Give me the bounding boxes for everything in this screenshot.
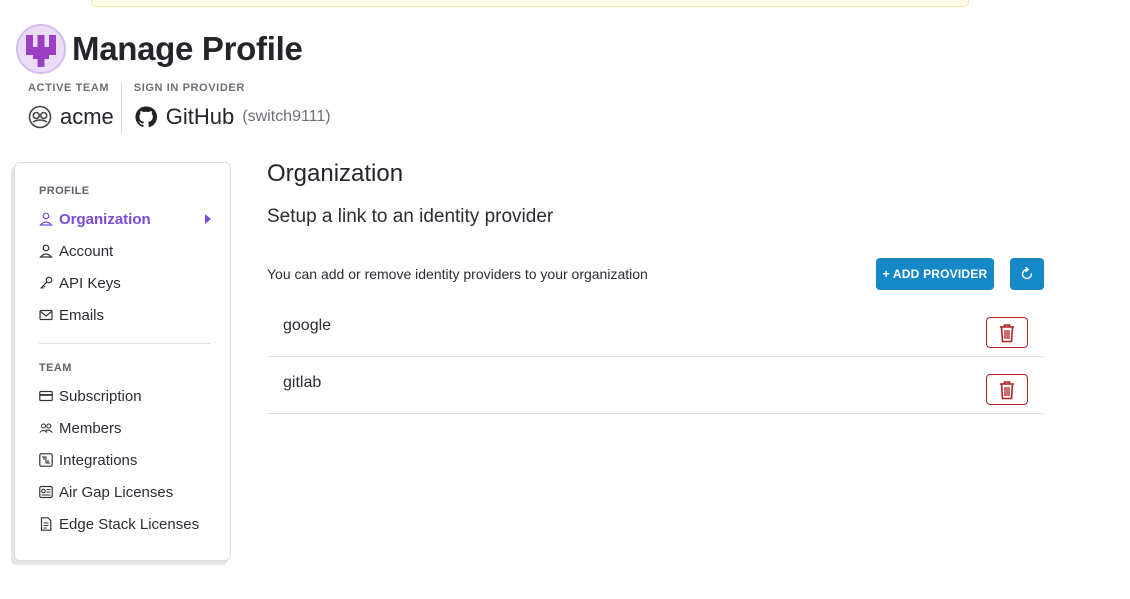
members-icon — [39, 421, 53, 435]
sidebar-divider — [39, 343, 211, 344]
add-provider-button[interactable]: + ADD PROVIDER — [876, 258, 994, 290]
sidebar-item-label: Subscription — [59, 387, 142, 405]
sidebar-item-label: Organization — [59, 210, 151, 228]
trash-icon — [998, 323, 1016, 343]
sidebar-section-team: TEAM — [39, 362, 72, 374]
mail-icon — [39, 308, 53, 322]
sidebar-item-emails[interactable]: Emails — [39, 303, 211, 327]
page-title: Manage Profile — [72, 30, 303, 67]
delete-provider-button[interactable] — [986, 374, 1028, 405]
section-subtitle: Setup a link to an identity provider — [267, 206, 554, 227]
team-avatar-icon — [28, 105, 52, 129]
github-icon — [134, 105, 158, 129]
providers-list: google gitlab — [267, 300, 1044, 414]
refresh-icon — [1020, 267, 1034, 281]
sidebar-item-api-keys[interactable]: API Keys — [39, 271, 211, 295]
list-item: gitlab — [267, 357, 1044, 414]
sidebar-item-air-gap-licenses[interactable]: Air Gap Licenses — [39, 480, 211, 504]
sidebar-section-profile: PROFILE — [39, 185, 90, 197]
sidebar-item-label: Emails — [59, 306, 105, 324]
active-team: ACTIVE TEAM acme — [28, 82, 114, 134]
active-team-value: acme — [60, 104, 114, 129]
active-team-value-row: acme — [28, 104, 114, 130]
provider-name: google — [283, 317, 332, 334]
refresh-button[interactable] — [1010, 258, 1044, 290]
user-icon — [39, 244, 53, 258]
license-icon — [39, 485, 53, 499]
provider-name: gitlab — [283, 374, 322, 391]
meta-divider — [120, 82, 122, 134]
sidebar-item-members[interactable]: Members — [39, 416, 211, 440]
trident-logo-icon — [16, 24, 66, 74]
providers-toolbar: You can add or remove identity providers… — [267, 258, 1044, 290]
sidebar: PROFILE Organization Account API Keys Em… — [14, 162, 231, 561]
sidebar-item-label: Edge Stack Licenses — [59, 515, 200, 533]
credit-card-icon — [39, 389, 53, 403]
list-item: google — [267, 300, 1044, 357]
top-banner — [91, 0, 969, 7]
sidebar-item-label: Integrations — [59, 451, 138, 469]
user-icon — [39, 212, 53, 226]
section-title: Organization — [267, 160, 404, 187]
profile-meta: ACTIVE TEAM acme SIGN IN PROVIDER GitHub… — [28, 82, 331, 134]
integrations-icon — [39, 453, 53, 467]
sign-in-provider: SIGN IN PROVIDER GitHub (switch9111) — [134, 82, 331, 134]
delete-provider-button[interactable] — [986, 317, 1028, 348]
providers-description: You can add or remove identity providers… — [267, 266, 648, 282]
sign-in-provider-value: GitHub — [165, 104, 235, 129]
sidebar-item-label: Members — [59, 419, 122, 437]
sidebar-item-subscription[interactable]: Subscription — [39, 384, 211, 408]
page-header: Manage Profile — [16, 24, 303, 74]
key-icon — [39, 276, 53, 290]
sign-in-provider-value-row: GitHub (switch9111) — [134, 104, 331, 130]
sidebar-item-label: API Keys — [59, 274, 121, 292]
sidebar-item-integrations[interactable]: Integrations — [39, 448, 211, 472]
document-icon — [39, 517, 53, 531]
sidebar-item-label: Air Gap Licenses — [59, 483, 174, 501]
active-caret-icon — [205, 214, 211, 224]
sidebar-item-account[interactable]: Account — [39, 239, 211, 263]
trash-icon — [998, 380, 1016, 400]
active-team-label: ACTIVE TEAM — [28, 82, 110, 94]
sidebar-item-organization[interactable]: Organization — [39, 207, 211, 231]
sign-in-username: (switch9111) — [242, 108, 331, 125]
sign-in-provider-label: SIGN IN PROVIDER — [133, 82, 245, 94]
sidebar-item-edge-stack-licenses[interactable]: Edge Stack Licenses — [39, 512, 211, 536]
main-content: Organization Setup a link to an identity… — [267, 160, 1044, 414]
sidebar-item-label: Account — [59, 242, 114, 260]
